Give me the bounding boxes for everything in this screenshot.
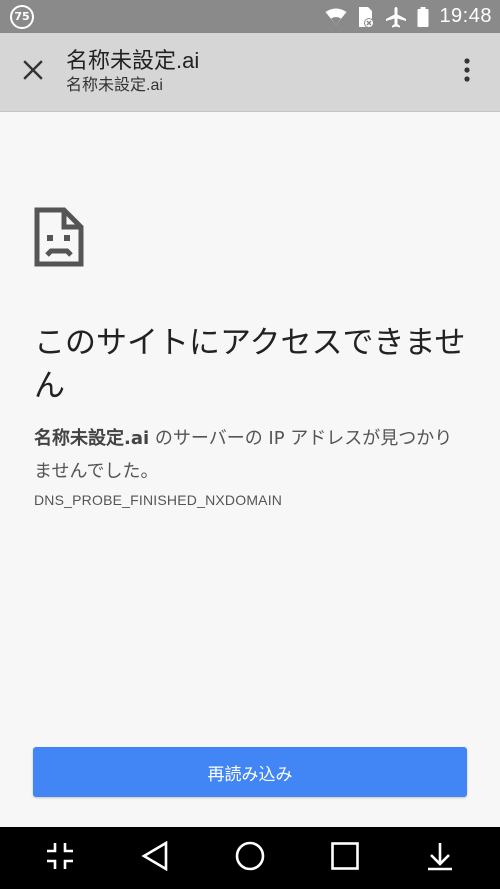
error-message: 名称未設定.ai のサーバーの IP アドレスが見つかりませんでした。	[34, 422, 468, 488]
battery-icon	[417, 6, 429, 27]
clock: 19:48	[439, 5, 492, 27]
notification-drawer-button[interactable]	[410, 827, 470, 889]
notification-badge: 75	[10, 4, 34, 29]
error-domain: 名称未設定.ai	[34, 428, 150, 449]
collapse-button[interactable]	[30, 827, 90, 889]
collapse-icon	[45, 841, 75, 875]
sim-card-icon	[357, 6, 375, 28]
airplane-mode-icon	[385, 6, 407, 28]
overflow-menu-button[interactable]	[434, 33, 500, 112]
recents-button[interactable]	[315, 827, 375, 889]
home-icon	[235, 841, 265, 875]
page-title: 名称未設定.ai	[66, 48, 200, 73]
page-url: 名称未設定.ai	[66, 77, 163, 94]
status-bar: 75 19:48	[0, 0, 500, 33]
reload-button[interactable]: 再読み込み	[33, 747, 467, 797]
error-code: DNS_PROBE_FINISHED_NXDOMAIN	[34, 492, 283, 508]
home-button[interactable]	[220, 827, 280, 889]
notification-drawer-icon	[426, 841, 454, 875]
sad-document-icon	[34, 207, 84, 271]
custom-tab-toolbar: 名称未設定.ai 名称未設定.ai	[0, 33, 500, 112]
close-icon	[23, 60, 43, 84]
recents-icon	[331, 842, 359, 874]
title-block: 名称未設定.ai 名称未設定.ai	[66, 48, 434, 96]
close-button[interactable]	[0, 33, 66, 112]
system-nav-bar	[0, 827, 500, 889]
back-icon	[141, 840, 169, 875]
wifi-icon	[325, 8, 347, 26]
back-button[interactable]	[125, 827, 185, 889]
error-heading: このサイトにアクセスできません	[34, 325, 466, 404]
more-vert-icon	[464, 58, 470, 86]
